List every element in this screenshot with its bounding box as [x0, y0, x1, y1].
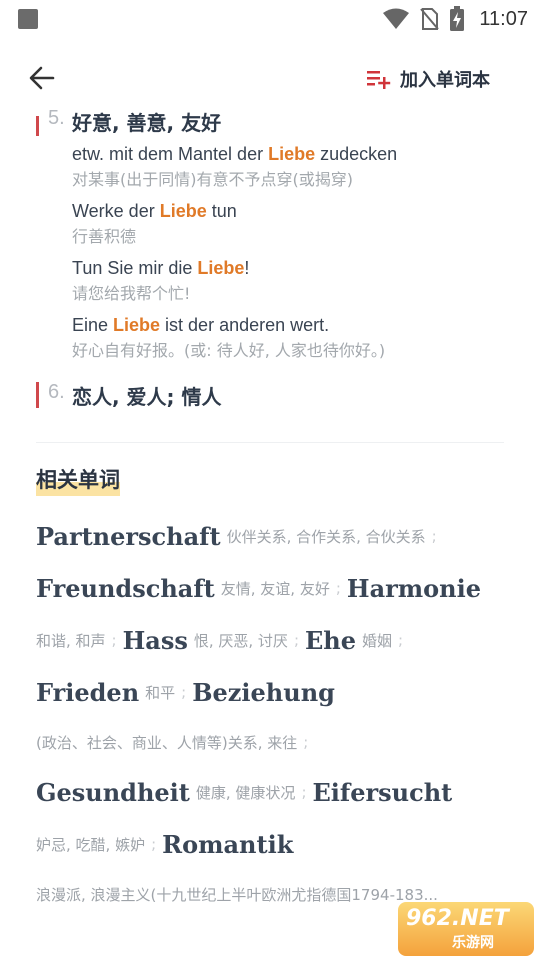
entry-content[interactable]: 5. 好意, 善意, 友好 etw. mit dem Mantel der Li…	[0, 110, 540, 960]
related-word-gloss: 浪漫派, 浪漫主义(十九世纪上半叶欧洲尤指德国1794-183...	[36, 885, 438, 904]
related-word[interactable]: Beziehung	[192, 678, 335, 707]
watermark-logo: 962.NET 乐游网	[398, 902, 534, 956]
separator: ;	[181, 683, 187, 701]
sense-number: 6.	[48, 381, 65, 403]
headword-highlight: Liebe	[197, 258, 245, 278]
separator: ;	[293, 631, 299, 649]
example-chinese: 行善积德	[72, 227, 137, 246]
related-words-title: 相关单词	[36, 464, 120, 498]
related-words-list: Partnerschaft 伙伴关系, 合作关系, 合伙关系 ; Freunds…	[36, 510, 506, 918]
headword-highlight: Liebe	[268, 144, 316, 164]
sense-marker	[36, 116, 39, 136]
separator: ;	[398, 631, 404, 649]
playlist-add-icon	[367, 71, 391, 89]
example-item: Tun Sie mir die Liebe! 请您给我帮个忙!	[72, 256, 512, 305]
related-word[interactable]: Freundschaft	[36, 574, 215, 603]
example-item: etw. mit dem Mantel der Liebe zudecken 对…	[72, 142, 512, 191]
status-bar: 11:07	[0, 0, 540, 40]
related-word[interactable]: Frieden	[36, 678, 139, 707]
related-word-gloss: 伙伴关系, 合作关系, 合伙关系	[226, 527, 426, 546]
related-word[interactable]: Hass	[123, 626, 188, 655]
sense-definition: 恋人, 爱人; 情人	[72, 385, 222, 409]
sense-number: 5.	[48, 110, 65, 129]
battery-charging-icon	[450, 6, 465, 31]
wifi-icon	[383, 8, 410, 29]
separator: ;	[151, 835, 157, 853]
status-icons: 11:07	[383, 4, 528, 34]
app-notification-icon	[18, 9, 38, 29]
add-to-vocab-button[interactable]: 加入单词本	[366, 64, 490, 94]
example-chinese: 好心自有好报。(或: 待人好, 人家也待你好。)	[72, 341, 386, 360]
related-word-gloss: 健康, 健康状况	[195, 783, 296, 802]
separator: ;	[335, 579, 341, 597]
add-to-vocab-label: 加入单词本	[400, 70, 490, 91]
related-word[interactable]: Romantik	[162, 830, 293, 859]
back-button[interactable]	[22, 60, 62, 96]
separator: ;	[303, 733, 309, 751]
no-sim-icon	[420, 8, 440, 30]
example-chinese: 对某事(出于同情)有意不予点穿(或揭穿)	[72, 170, 353, 189]
related-word-gloss: 友情, 友谊, 友好	[220, 579, 330, 598]
separator: ;	[301, 783, 307, 801]
related-word[interactable]: Gesundheit	[36, 778, 190, 807]
example-german: Tun Sie mir die Liebe!	[72, 258, 250, 278]
related-word-gloss: 和平	[145, 683, 176, 702]
related-word-gloss: 和谐, 和声	[36, 631, 106, 650]
arrow-left-icon	[29, 66, 55, 90]
status-time: 11:07	[479, 7, 528, 30]
related-word[interactable]: Ehe	[305, 626, 356, 655]
related-word-gloss: 恨, 厌恶, 讨厌	[193, 631, 288, 650]
app-bar: 加入单词本	[0, 46, 540, 110]
related-word-gloss: (政治、社会、商业、人情等)关系, 来往	[36, 733, 298, 752]
section-divider	[36, 442, 504, 443]
headword-highlight: Liebe	[159, 201, 207, 221]
example-item: Eine Liebe ist der anderen wert. 好心自有好报。…	[72, 313, 512, 362]
separator: ;	[431, 527, 437, 545]
example-german: etw. mit dem Mantel der Liebe zudecken	[72, 144, 398, 164]
sense-definition: 好意, 善意, 友好	[72, 111, 222, 135]
watermark-subtext: 乐游网	[452, 935, 494, 951]
sense-marker	[36, 382, 39, 408]
separator: ;	[111, 631, 117, 649]
headword-highlight: Liebe	[113, 315, 161, 335]
related-word-gloss: 婚姻	[362, 631, 393, 650]
example-german: Eine Liebe ist der anderen wert.	[72, 315, 330, 335]
example-item: Werke der Liebe tun 行善积德	[72, 199, 512, 248]
example-german: Werke der Liebe tun	[72, 201, 237, 221]
example-chinese: 请您给我帮个忙!	[72, 284, 191, 303]
related-word[interactable]: Harmonie	[347, 574, 481, 603]
related-word[interactable]: Eifersucht	[313, 778, 453, 807]
watermark-text: 962.NET	[406, 906, 509, 931]
related-word-gloss: 妒忌, 吃醋, 嫉妒	[36, 835, 146, 854]
related-word[interactable]: Partnerschaft	[36, 522, 221, 551]
